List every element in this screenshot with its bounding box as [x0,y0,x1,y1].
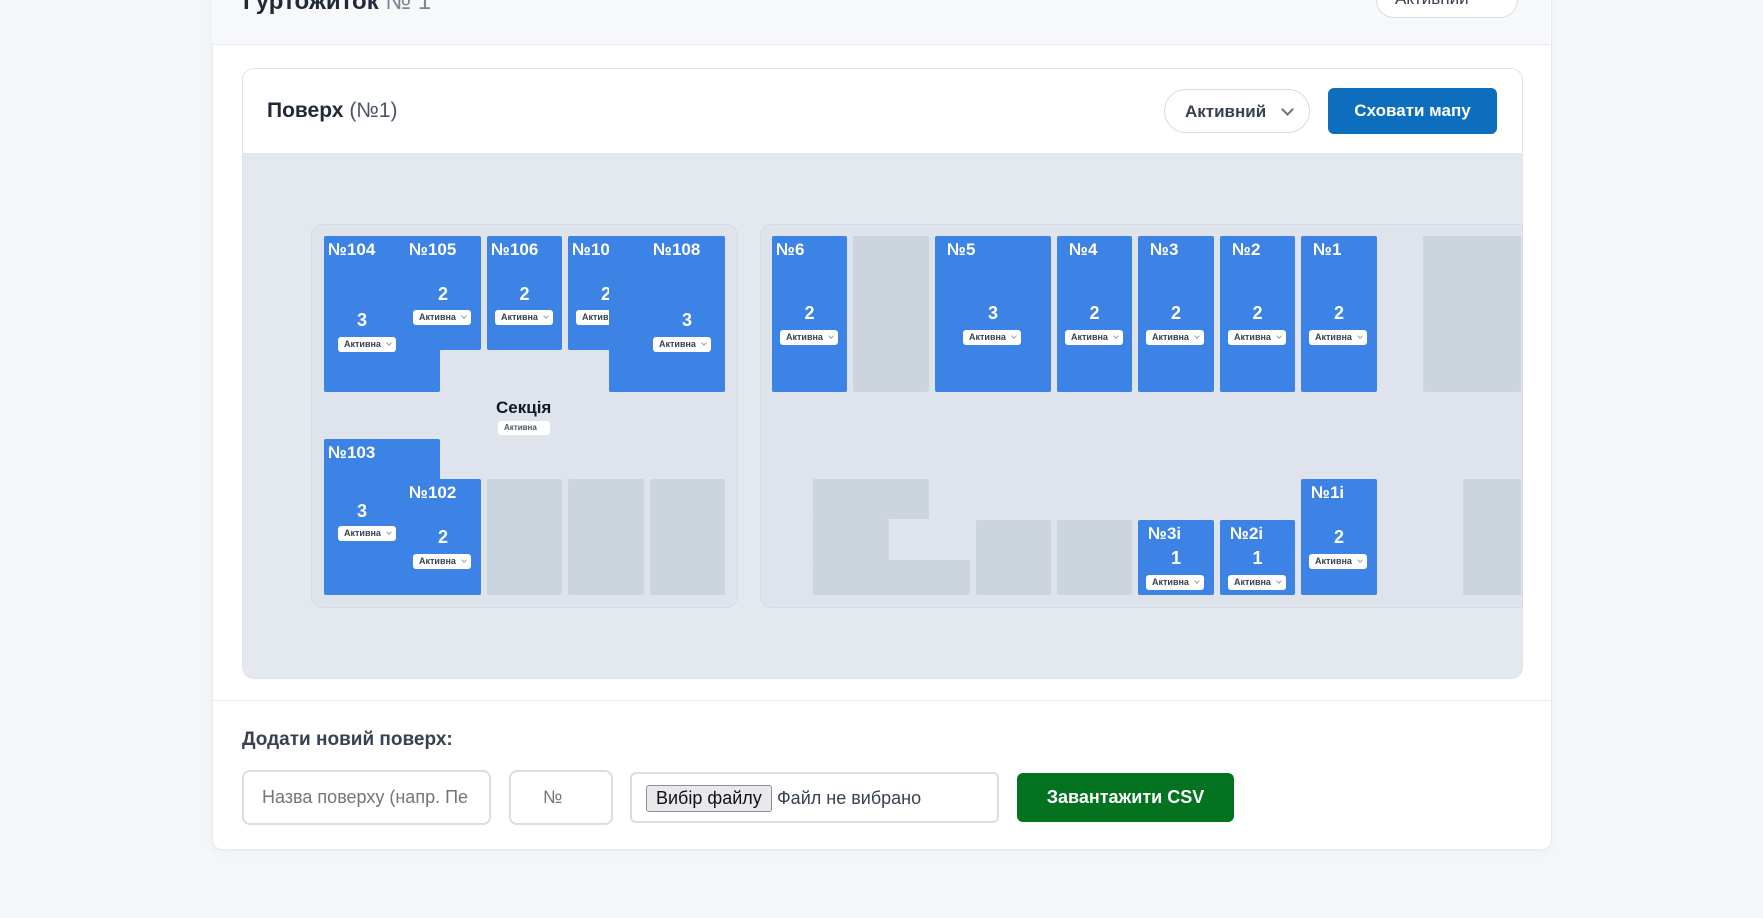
room-2i[interactable]: №2і 1 Активна [1220,520,1295,595]
room-capacity: 3 [356,501,367,521]
room-capacity: 1 [1170,548,1181,568]
room-status-select[interactable]: Активна [1065,330,1123,345]
floor-header: Поверх (№1) Активний Сховати мапу [243,69,1522,154]
room-status-select[interactable]: Активна [1309,554,1367,569]
room-status-select[interactable]: Активна [963,330,1021,345]
dormitory-number: № 1 [385,0,432,15]
room-status-select[interactable]: Активна [1309,330,1367,345]
room-3[interactable]: №3 2 Активна [1138,236,1214,392]
room-status-select[interactable]: Активна [338,337,396,352]
room-status-select[interactable]: Активна [413,554,471,569]
room-number: №1і [1311,483,1345,502]
room-108[interactable]: №108 3 Активна [609,236,725,392]
dormitory-status-label: Активний [1395,0,1469,8]
empty-cell [487,479,562,595]
dormitory-status-select[interactable]: Активний [1376,0,1518,18]
floor-number-input[interactable] [509,770,613,825]
room-number: №106 [491,240,539,259]
room-capacity: 2 [437,527,448,547]
room-106[interactable]: №106 2 Активна [487,236,562,350]
divider [212,700,1550,701]
file-status-text: Файл не вибрано [777,788,922,808]
room-2[interactable]: №2 2 Активна [1220,236,1295,392]
room-capacity: 3 [356,310,367,330]
room-number: №108 [653,240,701,259]
room-capacity: 3 [681,310,692,330]
room-capacity: 2 [1170,303,1181,323]
room-status-select[interactable]: Активна [1146,330,1204,345]
empty-cell [568,479,644,595]
room-capacity: 2 [804,303,815,323]
room-5[interactable]: №5 3 Активна [935,236,1051,392]
dormitory-title: Гуртожиток № 1 [243,0,431,16]
empty-cell [1423,236,1521,392]
upload-csv-button[interactable]: Завантажити CSV [1017,773,1234,822]
section-status-select[interactable]: Активна [498,421,550,435]
room-status-select[interactable]: Активна [1228,330,1286,345]
hide-map-button[interactable]: Сховати мапу [1328,88,1497,134]
room-status-select[interactable]: Активна [653,337,711,352]
room-capacity: 2 [1333,527,1344,547]
empty-cell [853,236,929,392]
room-1i[interactable]: №1і 2 Активна [1301,479,1377,595]
room-102[interactable]: №102 2 Активна [405,479,481,595]
room-105[interactable]: №105 2 Активна [405,236,481,350]
room-capacity: 2 [1252,303,1263,323]
floor-title: Поверх (№1) [267,99,398,123]
room-status-select[interactable]: Активна [1228,575,1286,590]
room-number: №5 [947,240,976,259]
floor-number: (№1) [349,99,398,122]
room-number: №105 [409,240,457,259]
room-capacity: 2 [1333,303,1344,323]
floor-status-label: Активний [1185,102,1267,121]
file-input[interactable]: Вибір файлу Файл не вибрано [630,772,999,823]
room-capacity: 1 [1252,548,1263,568]
room-3i[interactable]: №3і 1 Активна [1138,520,1214,595]
room-6[interactable]: №6 2 Активна [772,236,847,392]
chevron-down-icon [1281,103,1294,116]
floor-status-select[interactable]: Активний [1164,89,1310,133]
section-label: Секція [496,398,552,417]
room-number: №6 [776,240,805,259]
room-number: №3 [1150,240,1179,259]
room-number: №2і [1230,524,1264,543]
room-status-select[interactable]: Активна [413,310,471,325]
floor-name-input[interactable] [242,770,491,825]
empty-cell [650,479,725,595]
room-status-select[interactable]: Активна [1146,575,1204,590]
room-1[interactable]: №1 2 Активна [1301,236,1377,392]
empty-cell [976,520,1051,595]
empty-cell [1463,479,1521,595]
room-number: №2 [1232,240,1261,259]
dormitory-title-text: Гуртожиток [243,0,379,15]
room-number: №104 [328,240,376,259]
room-status-select[interactable]: Активна [495,310,553,325]
empty-cell [1057,520,1132,595]
room-number: №3і [1148,524,1182,543]
room-capacity: 2 [437,284,448,304]
empty-cell [813,479,929,519]
empty-cell [813,519,889,561]
room-number: №102 [409,483,457,502]
room-status-select[interactable]: Активна [338,526,396,541]
room-number: №1 [1313,240,1342,259]
choose-file-button[interactable]: Вибір файлу [646,785,772,812]
room-status-select[interactable]: Активна [780,330,838,345]
room-capacity: 3 [987,303,998,323]
floor-title-text: Поверх [267,99,344,122]
add-floor-title: Додати новий поверх: [242,729,453,750]
room-number: №4 [1069,240,1098,259]
empty-cell [813,560,970,595]
room-capacity: 2 [519,284,530,304]
room-capacity: 2 [1089,303,1100,323]
room-4[interactable]: №4 2 Активна [1057,236,1132,392]
room-number: №103 [328,443,376,462]
